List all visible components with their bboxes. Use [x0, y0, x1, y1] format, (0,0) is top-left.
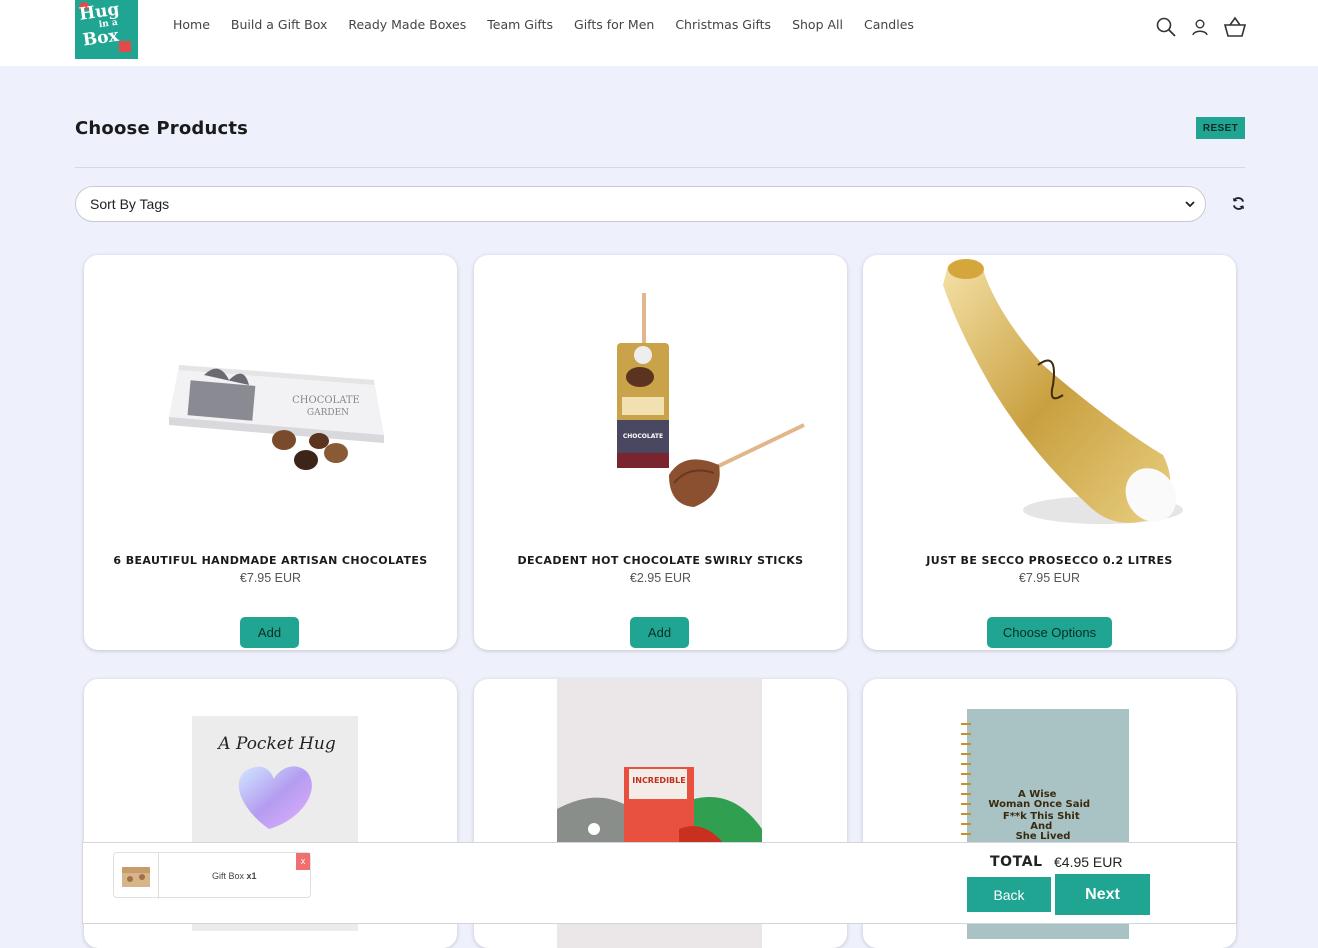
notebook-text-line: She Lived: [1016, 831, 1071, 842]
product-image-prosecco[interactable]: [863, 255, 1236, 545]
product-name: DECADENT HOT CHOCOLATE SWIRLY STICKS: [517, 554, 804, 567]
refresh-icon[interactable]: [1231, 196, 1246, 211]
product-card: CHOCOLATE DECADENT HOT CHOCOLATE SWIRLY …: [474, 255, 847, 650]
divider: [75, 167, 1245, 168]
socks-label-text: INCREDIBLE: [632, 776, 685, 785]
site-header: Hug in a Box Home Build a Gift Box Ready…: [0, 0, 1318, 66]
nav-shop-all[interactable]: Shop All: [792, 17, 843, 32]
product-name: JUST BE SECCO PROSECCO 0.2 LITRES: [926, 554, 1173, 567]
reset-button[interactable]: RESET: [1196, 117, 1245, 139]
gift-box-thumbnail: [114, 853, 159, 899]
notebook-text-line: Woman Once Said: [988, 799, 1090, 810]
product-price: €7.95 EUR: [239, 571, 302, 585]
page-title: Choose Products: [75, 118, 249, 139]
gift-box-item: Gift Box x1 x: [113, 852, 311, 899]
nav-team-gifts[interactable]: Team Gifts: [487, 17, 553, 32]
svg-text:CHOCOLATE: CHOCOLATE: [623, 433, 663, 440]
nav-gifts-for-men[interactable]: Gifts for Men: [574, 17, 654, 32]
nav-ready-made-boxes[interactable]: Ready Made Boxes: [348, 17, 466, 32]
product-image-chocolates[interactable]: CHOCOLATE GARDEN: [84, 255, 457, 545]
total-label: TOTAL: [990, 854, 1043, 870]
product-price: €7.95 EUR: [1018, 571, 1081, 585]
chevron-down-icon: [1185, 201, 1195, 208]
nav-candles[interactable]: Candles: [864, 17, 914, 32]
sort-select-value: Sort By Tags: [90, 196, 170, 212]
svg-text:CHOCOLATE: CHOCOLATE: [292, 395, 360, 406]
gift-icon: [119, 41, 131, 52]
svg-text:GARDEN: GARDEN: [307, 408, 349, 418]
gift-box-summary-bar: Gift Box x1 x TOTAL €4.95 EUR Back Next: [82, 842, 1237, 924]
product-card: CHOCOLATE GARDEN 6 BEAUTIFUL HANDMADE AR…: [84, 255, 457, 650]
product-image-hot-chocolate[interactable]: CHOCOLATE: [474, 255, 847, 545]
add-button[interactable]: Add: [630, 617, 689, 648]
hug-in-a-box-logo[interactable]: Hug in a Box: [75, 0, 138, 59]
nav-home[interactable]: Home: [173, 17, 210, 32]
product-name: 6 BEAUTIFUL HANDMADE ARTISAN CHOCOLATES: [113, 554, 428, 567]
product-card: JUST BE SECCO PROSECCO 0.2 LITRES €7.95 …: [863, 255, 1236, 650]
nav-christmas-gifts[interactable]: Christmas Gifts: [675, 17, 771, 32]
search-icon[interactable]: [1155, 16, 1177, 38]
basket-icon[interactable]: [1223, 16, 1247, 38]
next-button[interactable]: Next: [1055, 874, 1150, 915]
add-button[interactable]: Add: [240, 617, 299, 648]
total-value: €4.95 EUR: [1054, 854, 1123, 870]
product-price: €2.95 EUR: [629, 571, 692, 585]
remove-item-button[interactable]: x: [296, 853, 310, 870]
account-icon[interactable]: [1189, 16, 1211, 38]
logo-text: Hug in a Box: [77, 0, 121, 51]
sort-select[interactable]: Sort By Tags: [75, 186, 1206, 222]
header-actions: [1155, 16, 1247, 38]
pocket-hug-text: A Pocket Hug: [216, 734, 336, 754]
nav-build-a-gift-box[interactable]: Build a Gift Box: [231, 17, 327, 32]
back-button[interactable]: Back: [967, 877, 1051, 912]
main-nav: Home Build a Gift Box Ready Made Boxes T…: [173, 17, 935, 32]
choose-options-button[interactable]: Choose Options: [987, 617, 1112, 648]
gift-box-label: Gift Box x1: [212, 871, 257, 881]
